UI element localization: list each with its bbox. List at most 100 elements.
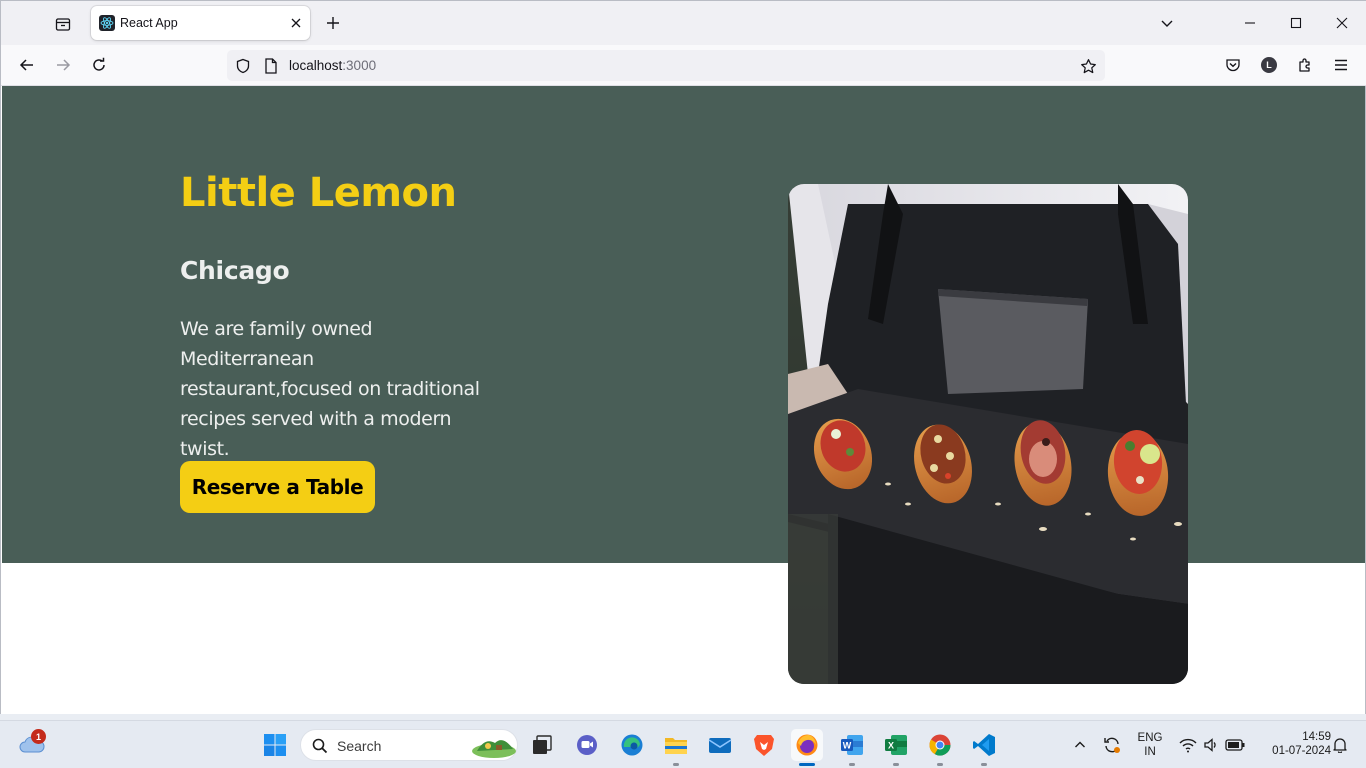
word-button[interactable]: W bbox=[836, 729, 868, 766]
edge-icon bbox=[621, 734, 643, 756]
maximize-button[interactable] bbox=[1282, 9, 1310, 37]
excel-icon: X bbox=[885, 735, 907, 755]
tab-strip: React App bbox=[1, 1, 1366, 45]
taskbar: 1 Search W X ENG IN 14:59 01-07-2024 bbox=[0, 720, 1366, 768]
clock-date: 01-07-2024 bbox=[1272, 745, 1331, 757]
folder-icon bbox=[665, 738, 687, 754]
minimize-icon bbox=[1245, 22, 1255, 24]
hero-title: Little Lemon bbox=[180, 170, 457, 216]
close-window-button[interactable] bbox=[1328, 9, 1356, 37]
forward-button[interactable] bbox=[49, 51, 77, 79]
search-highlight-icon bbox=[472, 740, 516, 758]
running-indicator bbox=[673, 763, 679, 766]
puzzle-icon bbox=[1299, 58, 1310, 72]
sync-status-button[interactable] bbox=[1096, 729, 1128, 761]
list-all-tabs-button[interactable] bbox=[1153, 9, 1181, 37]
arrow-left-icon bbox=[19, 59, 33, 71]
close-icon bbox=[1336, 17, 1348, 29]
volume-icon bbox=[1204, 738, 1216, 752]
page-icon[interactable] bbox=[262, 57, 280, 75]
minimize-button[interactable] bbox=[1236, 9, 1264, 37]
account-avatar-icon: L bbox=[1261, 57, 1277, 73]
battery-icon bbox=[1225, 739, 1245, 751]
excel-button[interactable]: X bbox=[880, 729, 912, 766]
task-view-icon bbox=[533, 735, 552, 754]
teams-chat-button[interactable] bbox=[571, 729, 603, 761]
svg-text:X: X bbox=[888, 741, 894, 751]
menu-button[interactable] bbox=[1327, 51, 1355, 79]
tab-title: React App bbox=[120, 16, 178, 30]
running-indicator bbox=[893, 763, 899, 766]
new-tab-button[interactable] bbox=[321, 11, 345, 35]
mail-icon bbox=[708, 738, 732, 753]
reload-icon bbox=[93, 57, 105, 71]
edge-button[interactable] bbox=[616, 729, 648, 761]
bookmark-star-icon[interactable] bbox=[1079, 57, 1097, 75]
tab-react-app[interactable]: React App bbox=[91, 6, 310, 40]
running-indicator bbox=[849, 763, 855, 766]
windows-logo-icon bbox=[264, 734, 286, 756]
task-view-button[interactable] bbox=[526, 729, 558, 761]
food-platter-photo-icon bbox=[788, 184, 1188, 684]
hero-image bbox=[788, 184, 1188, 684]
shield-icon[interactable] bbox=[234, 57, 252, 75]
file-explorer-button[interactable] bbox=[660, 729, 692, 766]
react-favicon-icon bbox=[99, 15, 115, 31]
clock[interactable]: 14:59 01-07-2024 bbox=[1255, 730, 1331, 758]
reload-button[interactable] bbox=[85, 51, 113, 79]
chevron-up-icon bbox=[1075, 741, 1085, 748]
svg-text:W: W bbox=[843, 741, 852, 751]
browser-window: React App localhost:3000 L Little Lemon … bbox=[0, 0, 1366, 714]
wifi-icon bbox=[1179, 738, 1197, 753]
arrow-right-icon bbox=[57, 59, 71, 71]
brave-button[interactable] bbox=[748, 729, 780, 761]
account-button[interactable]: L bbox=[1255, 51, 1283, 79]
url-text[interactable]: localhost:3000 bbox=[289, 58, 376, 73]
close-icon bbox=[291, 18, 301, 28]
navigation-toolbar: localhost:3000 L bbox=[1, 45, 1366, 86]
back-button[interactable] bbox=[13, 51, 41, 79]
firefox-icon bbox=[796, 734, 818, 756]
taskbar-search[interactable]: Search bbox=[300, 729, 518, 761]
chat-icon bbox=[577, 735, 597, 755]
firefox-button[interactable] bbox=[791, 729, 823, 766]
reserve-table-button[interactable]: Reserve a Table bbox=[180, 461, 375, 513]
vscode-icon bbox=[973, 734, 995, 756]
language-code: ENG bbox=[1137, 732, 1163, 744]
hamburger-menu-icon bbox=[1335, 59, 1347, 71]
bell-icon bbox=[1333, 738, 1347, 753]
hero-description: We are family owned Mediterranean restau… bbox=[180, 318, 480, 460]
word-icon: W bbox=[841, 735, 863, 755]
running-indicator bbox=[981, 763, 987, 766]
url-port: :3000 bbox=[342, 58, 377, 73]
language-indicator[interactable]: ENG IN bbox=[1133, 731, 1167, 759]
chrome-button[interactable] bbox=[924, 729, 956, 766]
extensions-button[interactable] bbox=[1291, 51, 1319, 79]
vscode-button[interactable] bbox=[968, 729, 1000, 766]
pocket-button[interactable] bbox=[1219, 51, 1247, 79]
search-icon bbox=[312, 738, 328, 754]
notifications-button[interactable] bbox=[1324, 729, 1356, 761]
show-hidden-icons-button[interactable] bbox=[1064, 729, 1096, 761]
running-indicator bbox=[937, 763, 943, 766]
notification-badge: 1 bbox=[31, 729, 46, 744]
clock-time: 14:59 bbox=[1302, 731, 1331, 743]
firefox-view-button[interactable] bbox=[49, 10, 77, 38]
start-button[interactable] bbox=[259, 729, 291, 761]
address-bar[interactable]: localhost:3000 bbox=[227, 50, 1105, 81]
url-host: localhost bbox=[289, 58, 343, 73]
sync-icon bbox=[1104, 737, 1120, 753]
language-region: IN bbox=[1144, 746, 1156, 758]
plus-icon bbox=[327, 17, 339, 29]
firefox-view-icon bbox=[55, 18, 71, 31]
chrome-icon bbox=[929, 734, 951, 756]
mail-button[interactable] bbox=[704, 729, 736, 761]
hero-subtitle: Chicago bbox=[180, 256, 290, 285]
tab-close-button[interactable] bbox=[287, 14, 305, 32]
active-indicator bbox=[799, 763, 815, 766]
brave-lion-icon bbox=[754, 735, 774, 756]
search-label: Search bbox=[337, 738, 382, 754]
maximize-icon bbox=[1290, 17, 1302, 29]
page-viewport: Little Lemon Chicago We are family owned… bbox=[2, 86, 1365, 713]
quick-settings-button[interactable] bbox=[1172, 729, 1252, 761]
